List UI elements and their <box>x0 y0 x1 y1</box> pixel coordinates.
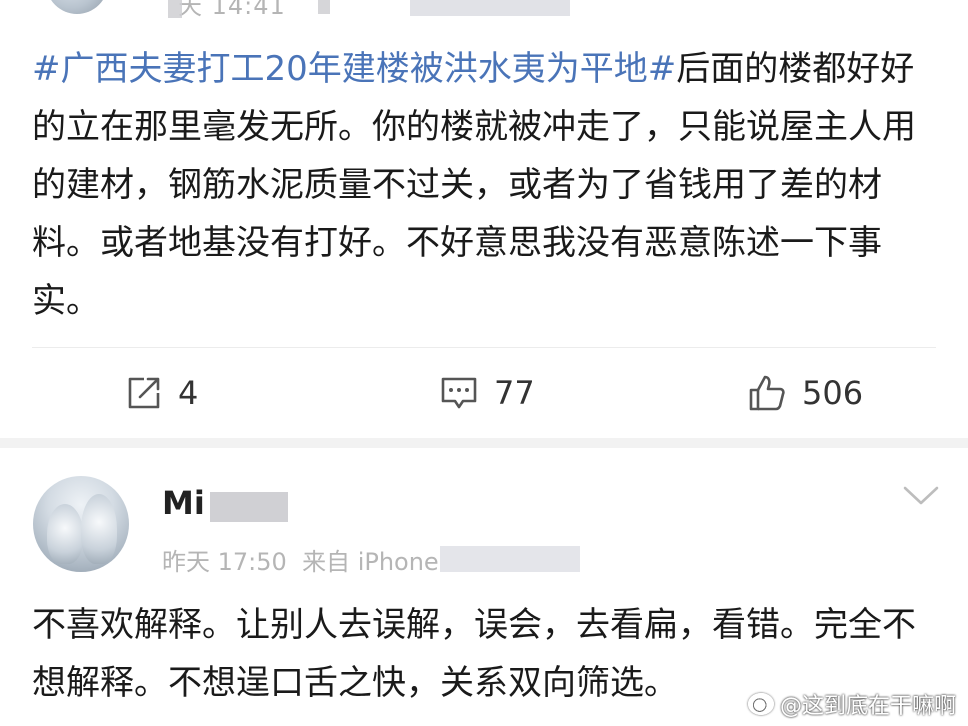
post-body-text: 后面的楼都好好的立在那里毫发无所。你的楼就被冲走了，只能说屋主人用的建材，钢筋水… <box>32 49 916 321</box>
chevron-down-icon <box>902 486 940 512</box>
redacted-block <box>210 492 288 522</box>
thumbs-up-icon <box>746 372 788 414</box>
commenter-name[interactable]: Mi <box>162 484 205 522</box>
comment-button[interactable]: 77 <box>438 358 535 428</box>
commenter-avatar[interactable] <box>33 476 129 572</box>
like-button[interactable]: 506 <box>746 358 863 428</box>
repost-count: 4 <box>178 374 199 412</box>
redacted-block <box>410 0 570 16</box>
avatar-tree <box>47 504 83 564</box>
comment-card: Mi 昨天 17:50 来自 iPhone 不喜欢解释。让别人去误解，误会，去看… <box>0 448 968 726</box>
share-icon <box>124 373 164 413</box>
redacted-block <box>440 546 580 572</box>
comment-count: 77 <box>494 374 535 412</box>
watermark-text: @这到底在干嘛啊 <box>779 694 956 719</box>
like-count: 506 <box>802 374 864 412</box>
repost-button[interactable]: 4 <box>124 358 198 428</box>
post-meta: 天 14:41 <box>178 0 286 20</box>
weibo-logo-icon <box>747 693 774 715</box>
more-options-button[interactable] <box>902 484 940 512</box>
post-text: #广西夫妻打工20年建楼被洪水夷为平地#后面的楼都好好的立在那里毫发无所。你的楼… <box>32 40 944 330</box>
post-author-avatar[interactable] <box>46 0 108 14</box>
comment-meta: 昨天 17:50 来自 iPhone <box>162 542 439 577</box>
redacted-block <box>168 0 182 18</box>
hashtag-link[interactable]: #广西夫妻打工20年建楼被洪水夷为平地# <box>32 49 676 89</box>
comment-icon <box>438 373 480 413</box>
avatar-tree <box>81 494 117 564</box>
watermark: @这到底在干嘛啊 <box>747 688 956 720</box>
comment-source: 来自 iPhone <box>302 548 439 576</box>
post-action-bar: 4 77 506 <box>0 358 968 428</box>
redacted-block <box>318 0 330 14</box>
post-card: 天 14:41 #广西夫妻打工20年建楼被洪水夷为平地#后面的楼都好好的立在那里… <box>0 0 968 438</box>
section-separator <box>0 438 968 448</box>
comment-time: 昨天 17:50 <box>162 548 287 576</box>
post-divider <box>32 347 936 348</box>
